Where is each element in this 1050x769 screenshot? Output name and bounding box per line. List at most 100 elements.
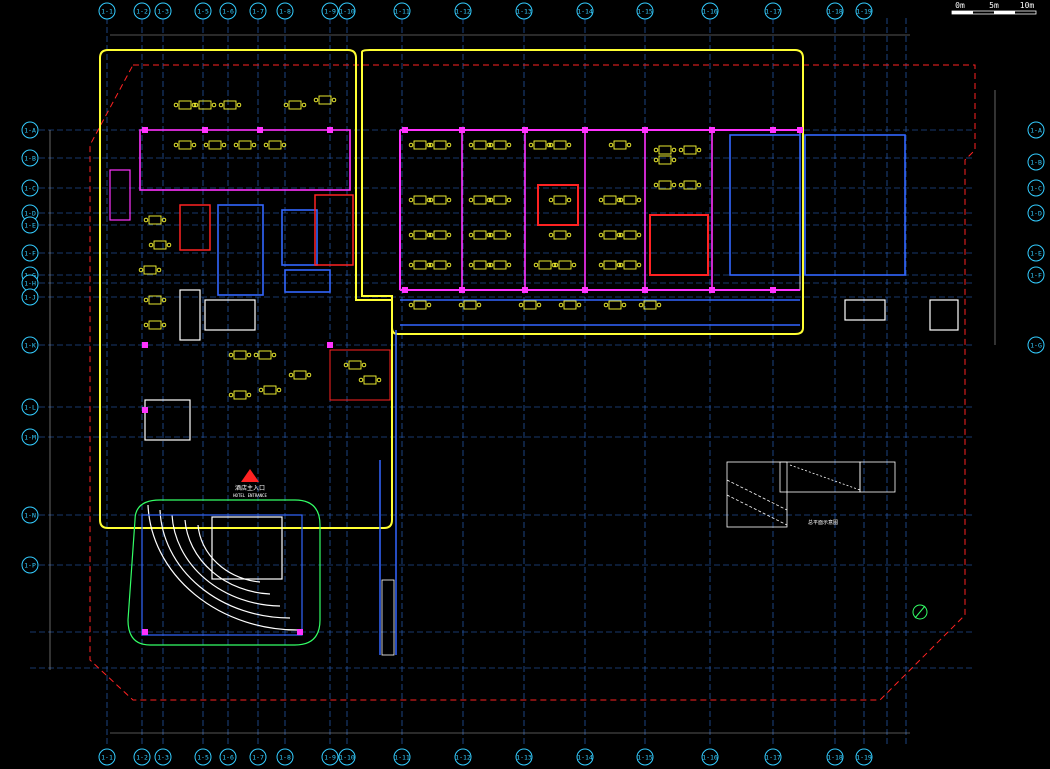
svg-text:1-18: 1-18 <box>827 754 843 762</box>
svg-text:1-14: 1-14 <box>577 8 593 16</box>
inset-plan <box>726 461 896 528</box>
scale-label-5: 5m <box>989 1 999 10</box>
grid-bubble-left-0: 1-A <box>21 121 39 139</box>
grid-bubble-top-6: 1-8 <box>276 2 294 20</box>
svg-text:1-12: 1-12 <box>455 8 471 16</box>
svg-text:1-1: 1-1 <box>101 754 113 762</box>
svg-text:1-6: 1-6 <box>222 754 234 762</box>
svg-text:1-13: 1-13 <box>516 754 532 762</box>
svg-text:1-9: 1-9 <box>324 8 336 16</box>
grid-lines <box>30 18 975 745</box>
grid-bubble-left-5: 1-F <box>21 244 39 262</box>
grid-bubbles: 1-1 1-1 1-2 1-2 1-3 1-3 1-5 1-5 1-6 1-6 1-7 1-7 1-8 1… <box>21 2 1045 766</box>
grid-bubble-top-11: 1-13 <box>515 2 533 20</box>
scale-bar: 0m 5m 10m <box>951 1 1037 15</box>
svg-text:1-7: 1-7 <box>252 754 264 762</box>
grid-bubble-top-5: 1-7 <box>249 2 267 20</box>
grid-bubble-top-14: 1-16 <box>701 2 719 20</box>
grid-bubble-bottom-15: 1-17 <box>764 748 782 766</box>
grid-bubble-bottom-6: 1-8 <box>276 748 294 766</box>
grid-bubble-bottom-12: 1-14 <box>576 748 594 766</box>
svg-text:1-L: 1-L <box>24 404 36 412</box>
svg-text:1-17: 1-17 <box>765 754 781 762</box>
svg-text:1-12: 1-12 <box>455 754 471 762</box>
grid-bubble-top-17: 1-19 <box>855 2 873 20</box>
grid-bubble-bottom-16: 1-18 <box>826 748 844 766</box>
site-boundary <box>89 64 976 701</box>
svg-text:1-C: 1-C <box>24 185 36 193</box>
grid-bubble-bottom-3: 1-5 <box>194 748 212 766</box>
grid-bubble-top-15: 1-17 <box>764 2 782 20</box>
entrance-arrow-icon <box>241 469 259 482</box>
grid-bubble-left-8: 1-J <box>21 288 39 306</box>
grid-bubble-top-12: 1-14 <box>576 2 594 20</box>
svg-text:1-11: 1-11 <box>394 754 410 762</box>
inset-plan-caption: 总平面示意图 <box>808 519 838 526</box>
svg-text:1-18: 1-18 <box>827 8 843 16</box>
svg-text:1-5: 1-5 <box>197 8 209 16</box>
grid-bubble-right-5: 1-F <box>1027 266 1045 284</box>
svg-text:1-B: 1-B <box>1030 159 1042 167</box>
grid-bubble-left-10: 1-L <box>21 398 39 416</box>
grid-bubble-top-16: 1-18 <box>826 2 844 20</box>
svg-text:1-3: 1-3 <box>157 754 169 762</box>
grid-bubble-right-2: 1-C <box>1027 179 1045 197</box>
grid-bubble-left-4: 1-E <box>21 216 39 234</box>
entrance-label: 酒店主入口 <box>235 484 265 492</box>
grid-bubble-left-12: 1-N <box>21 506 39 524</box>
svg-text:1-P: 1-P <box>24 562 36 570</box>
svg-text:1-17: 1-17 <box>765 8 781 16</box>
svg-text:1-16: 1-16 <box>702 754 718 762</box>
svg-text:1-14: 1-14 <box>577 754 593 762</box>
grid-bubble-top-1: 1-2 <box>133 2 151 20</box>
svg-text:1-D: 1-D <box>24 210 36 218</box>
grid-bubble-bottom-14: 1-16 <box>701 748 719 766</box>
grid-bubble-bottom-8: 1-10 <box>338 748 356 766</box>
grid-bubble-top-3: 1-5 <box>194 2 212 20</box>
grid-bubble-bottom-0: 1-1 <box>98 748 116 766</box>
svg-text:1-19: 1-19 <box>856 754 872 762</box>
svg-text:1-H: 1-H <box>24 280 36 288</box>
grid-bubble-right-4: 1-E <box>1027 244 1045 262</box>
svg-text:1-9: 1-9 <box>324 754 336 762</box>
grid-bubble-top-13: 1-15 <box>636 2 654 20</box>
svg-text:1-A: 1-A <box>24 127 36 135</box>
grid-bubble-top-9: 1-11 <box>393 2 411 20</box>
svg-text:1-10: 1-10 <box>339 754 355 762</box>
svg-text:1-6: 1-6 <box>222 8 234 16</box>
grid-bubble-bottom-4: 1-6 <box>219 748 237 766</box>
grid-bubble-right-6: 1-G <box>1027 336 1045 354</box>
svg-text:1-M: 1-M <box>24 434 36 442</box>
svg-text:1-10: 1-10 <box>339 8 355 16</box>
svg-text:1-5: 1-5 <box>197 754 209 762</box>
svg-text:1-D: 1-D <box>1030 210 1042 218</box>
svg-text:1-E: 1-E <box>24 222 36 230</box>
svg-text:1-8: 1-8 <box>279 754 291 762</box>
svg-text:1-7: 1-7 <box>252 8 264 16</box>
grid-bubble-bottom-17: 1-19 <box>855 748 873 766</box>
svg-text:1-J: 1-J <box>24 294 36 302</box>
entrance-sublabel: HOTEL ENTRANCE <box>233 493 267 498</box>
svg-text:1-2: 1-2 <box>136 754 148 762</box>
svg-text:1-16: 1-16 <box>702 8 718 16</box>
svg-text:1-F: 1-F <box>24 250 36 258</box>
grid-bubble-bottom-7: 1-9 <box>321 748 339 766</box>
dimension-lines <box>49 34 996 734</box>
grid-bubble-left-11: 1-M <box>21 428 39 446</box>
grid-bubble-bottom-13: 1-15 <box>636 748 654 766</box>
scale-label-10: 10m <box>1020 1 1035 10</box>
grid-bubble-bottom-10: 1-12 <box>454 748 472 766</box>
svg-text:1-13: 1-13 <box>516 8 532 16</box>
grid-bubble-top-2: 1-3 <box>154 2 172 20</box>
svg-text:1-E: 1-E <box>1030 250 1042 258</box>
grid-bubble-right-1: 1-B <box>1027 153 1045 171</box>
grid-bubble-top-7: 1-9 <box>321 2 339 20</box>
cad-floor-plan: 总平面示意图 酒店主入口 HOTEL ENTRANCE 0m 5m 10m 1-… <box>21 1 1045 766</box>
grid-bubble-top-4: 1-6 <box>219 2 237 20</box>
grid-bubble-right-0: 1-A <box>1027 121 1045 139</box>
grid-bubble-left-13: 1-P <box>21 556 39 574</box>
svg-text:1-11: 1-11 <box>394 8 410 16</box>
svg-text:1-8: 1-8 <box>279 8 291 16</box>
svg-text:1-1: 1-1 <box>101 8 113 16</box>
svg-text:1-A: 1-A <box>1030 127 1042 135</box>
